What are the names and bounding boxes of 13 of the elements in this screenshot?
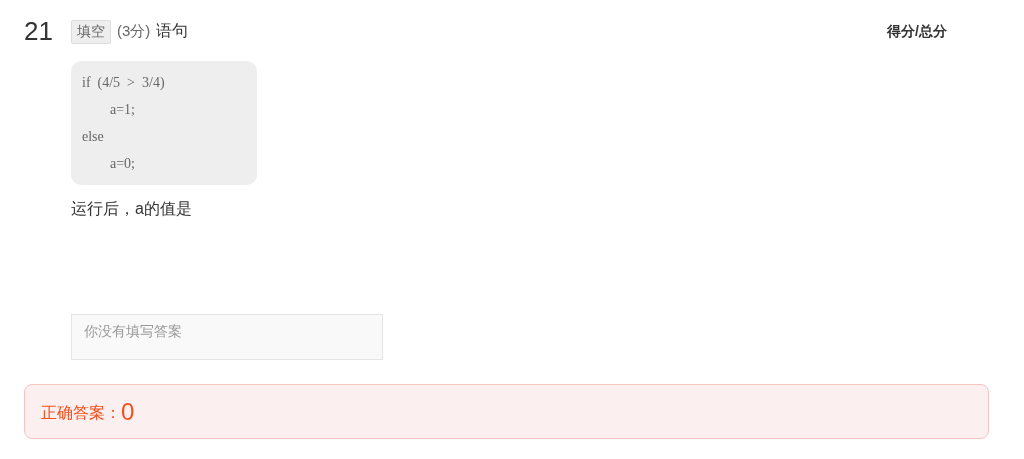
code-line: else <box>82 128 105 146</box>
question-prompt: 运行后，a的值是 <box>71 199 193 219</box>
question-number: 21 <box>24 16 54 47</box>
question-type-tag: 填空 <box>71 19 111 44</box>
question-points: (3分) <box>117 22 151 41</box>
correct-answer-label: 正确答案： <box>41 403 121 423</box>
question-title: 语句 <box>156 21 189 41</box>
answer-field[interactable]: 你没有填写答案 <box>71 314 383 360</box>
code-line: if (4/5 > 3/4) <box>82 74 166 92</box>
correct-answer-value: 0 <box>121 397 135 426</box>
code-line: a=1; <box>109 101 136 119</box>
score-label: 得分/总分 <box>887 22 947 41</box>
code-line: a=0; <box>109 155 136 173</box>
